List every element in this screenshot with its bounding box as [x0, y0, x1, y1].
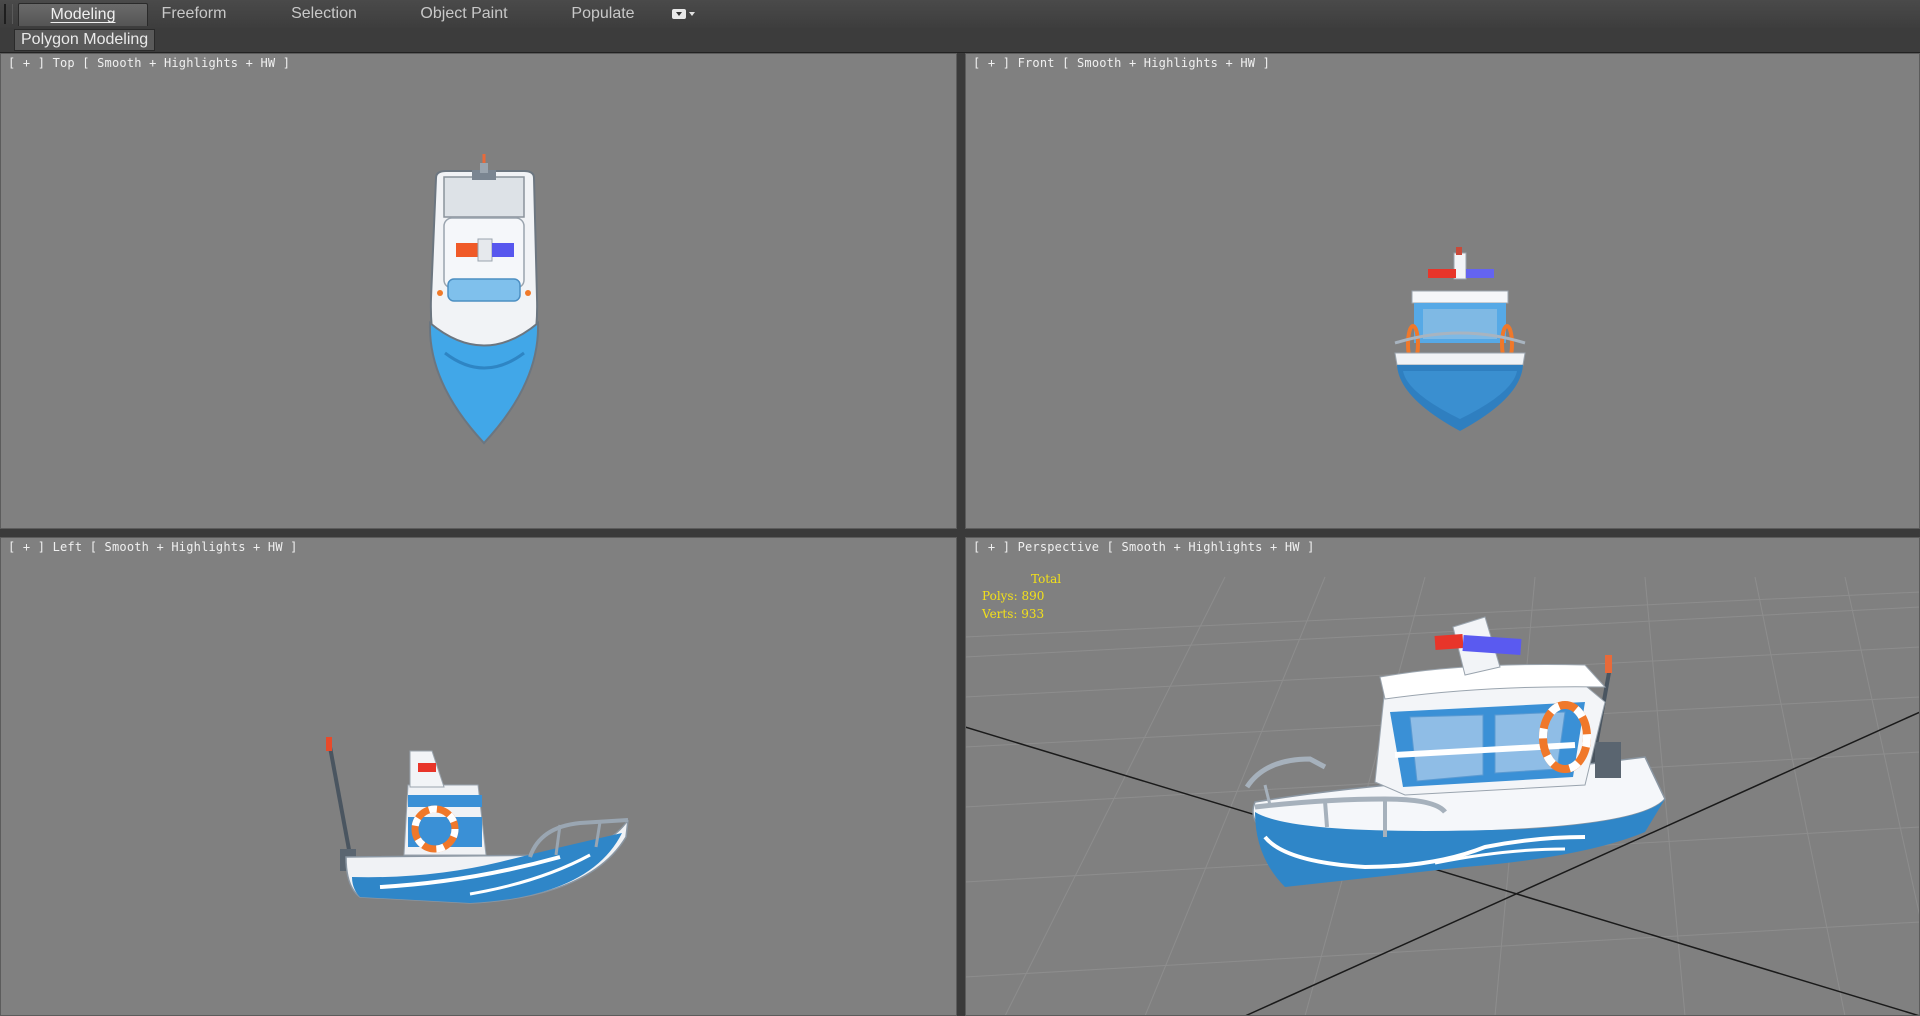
- tab-modeling-label: Modeling: [50, 6, 116, 23]
- boat-left-view: [326, 737, 629, 904]
- viewport-top[interactable]: [ + ] Top [ Smooth + Highlights + HW ]: [0, 53, 957, 529]
- viewport-perspective[interactable]: [ + ] Perspective [ Smooth + Highlights …: [965, 537, 1920, 1016]
- tab-freeform[interactable]: Freeform: [152, 3, 236, 25]
- stats-header: Total: [1031, 572, 1062, 586]
- tab-populate-label: Populate: [571, 5, 635, 22]
- perspective-grid-and-boat: [965, 576, 1920, 1016]
- tab-selection-label: Selection: [291, 5, 357, 22]
- boat-front-view: [1394, 247, 1526, 431]
- chevron-down-icon: [689, 12, 695, 16]
- tab-modeling[interactable]: Modeling: [18, 3, 148, 26]
- tab-selection[interactable]: Selection: [282, 3, 366, 25]
- ribbon-grip-handle[interactable]: [4, 4, 13, 24]
- boat-top-view: [428, 154, 540, 445]
- stats-polys: Polys: 890: [982, 589, 1045, 603]
- tab-object-paint[interactable]: Object Paint: [412, 3, 516, 25]
- ribbon-panel: Polygon Modeling: [0, 28, 1920, 53]
- tab-object-paint-label: Object Paint: [420, 5, 508, 22]
- tab-populate[interactable]: Populate: [564, 3, 642, 25]
- ribbon-tab-bar: Modeling Freeform Selection Object Paint…: [0, 0, 1920, 29]
- polygon-modeling-panel-button[interactable]: Polygon Modeling: [14, 29, 156, 51]
- stats-verts: Verts: 933: [982, 607, 1045, 621]
- viewport-front[interactable]: [ + ] Front [ Smooth + Highlights + HW ]: [965, 53, 1920, 529]
- ribbon-toggle-icon: [672, 9, 686, 19]
- tab-freeform-label: Freeform: [161, 5, 227, 22]
- viewport-left[interactable]: [ + ] Left [ Smooth + Highlights + HW ]: [0, 537, 957, 1016]
- ribbon-options-dropdown[interactable]: [672, 6, 700, 22]
